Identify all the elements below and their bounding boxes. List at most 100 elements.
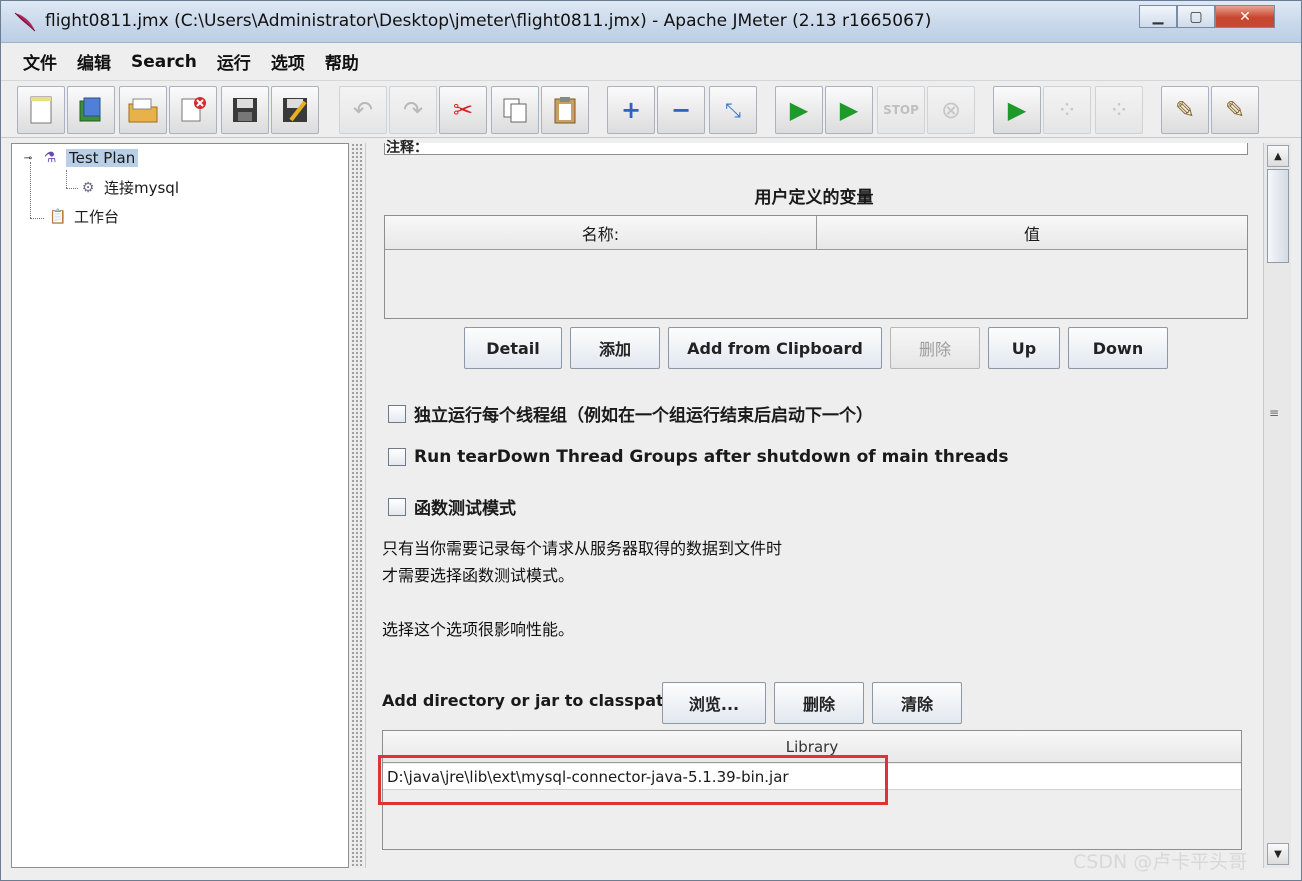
remote-start-icon: ▶ bbox=[1007, 96, 1027, 124]
paste-button[interactable] bbox=[541, 86, 589, 134]
functional-mode-option[interactable]: 函数测试模式 bbox=[388, 494, 516, 519]
vertical-scrollbar[interactable]: ▲ ▼ bbox=[1263, 143, 1291, 868]
tree-node-mysql[interactable]: ⚙ 连接mysql bbox=[78, 177, 179, 198]
menu-run[interactable]: 运行 bbox=[207, 49, 261, 74]
copy-icon bbox=[503, 98, 527, 123]
teardown-on-shutdown-option[interactable]: Run tearDown Thread Groups after shutdow… bbox=[388, 447, 1009, 467]
menu-file[interactable]: 文件 bbox=[13, 49, 67, 74]
collapse-icon: − bbox=[670, 96, 692, 124]
serialize-threadgroups-label: 独立运行每个线程组（例如在一个组运行结束后启动下一个） bbox=[414, 406, 873, 426]
expand-button[interactable]: + bbox=[607, 86, 655, 134]
thread-spool-icon: ⚙ bbox=[81, 179, 95, 196]
remote-stop-icon: ⁘ bbox=[1056, 96, 1078, 124]
flask-icon: ⚗ bbox=[43, 150, 57, 166]
serialize-threadgroups-checkbox[interactable] bbox=[388, 404, 406, 423]
delete-button[interactable]: 删除 bbox=[890, 327, 980, 369]
remote-shutdown-button[interactable]: ⁘ bbox=[1095, 86, 1143, 134]
save-button[interactable] bbox=[221, 86, 269, 134]
scroll-down-arrow-icon[interactable]: ▼ bbox=[1267, 843, 1289, 865]
red-highlight-box bbox=[378, 755, 888, 805]
classpath-clear-button[interactable]: 清除 bbox=[872, 682, 962, 724]
save-as-button[interactable] bbox=[271, 86, 319, 134]
functional-mode-note-2: 才需要选择函数测试模式。 bbox=[382, 566, 575, 585]
teardown-on-shutdown-label: Run tearDown Thread Groups after shutdow… bbox=[414, 447, 1009, 467]
minimize-icon: ▁ bbox=[1152, 8, 1164, 25]
remote-stop-button[interactable]: ⁘ bbox=[1043, 86, 1091, 134]
menu-search[interactable]: Search bbox=[121, 52, 207, 72]
browse-button[interactable]: 浏览... bbox=[662, 682, 766, 724]
redo-icon: ↷ bbox=[402, 96, 424, 124]
menu-help[interactable]: 帮助 bbox=[315, 49, 369, 74]
user-variables-table[interactable]: 名称: 值 bbox=[384, 215, 1248, 319]
title-bar: flight0811.jmx (C:\Users\Administrator\D… bbox=[1, 1, 1301, 43]
toolbar: ↶ ↷ ✂ + − ⤡ ▶ ▶ STOP ⊗ ▶ ⁘ ⁘ ✎ ✎ bbox=[1, 82, 1301, 138]
tree-node-workbench[interactable]: 📋 工作台 bbox=[48, 206, 119, 227]
close-file-icon bbox=[181, 97, 206, 122]
toggle-button[interactable]: ⤡ bbox=[709, 86, 757, 134]
cut-icon: ✂ bbox=[452, 96, 474, 124]
maximize-icon: ▢ bbox=[1189, 8, 1203, 25]
test-plan-tree[interactable]: ⊸ ⚗ Test Plan ⚙ 连接mysql 📋 工作台 bbox=[11, 143, 349, 868]
collapse-button[interactable]: − bbox=[657, 86, 705, 134]
open-button[interactable] bbox=[119, 86, 167, 134]
remote-shutdown-icon: ⁘ bbox=[1108, 96, 1130, 124]
clear-all-button[interactable]: ✎ bbox=[1211, 86, 1259, 134]
up-button[interactable]: Up bbox=[988, 327, 1060, 369]
scroll-up-arrow-icon[interactable]: ▲ bbox=[1267, 145, 1289, 167]
menu-bar: 文件 编辑 Search 运行 选项 帮助 bbox=[1, 43, 1301, 81]
open-icon bbox=[128, 98, 158, 123]
column-header-name[interactable]: 名称: bbox=[385, 216, 817, 250]
jmeter-window: flight0811.jmx (C:\Users\Administrator\D… bbox=[0, 0, 1302, 881]
comment-label: 注释： bbox=[386, 140, 428, 156]
redo-button[interactable]: ↷ bbox=[389, 86, 437, 134]
paste-icon bbox=[554, 97, 576, 124]
window-title: flight0811.jmx (C:\Users\Administrator\D… bbox=[45, 11, 932, 31]
classpath-library-table[interactable]: Library D:\java\jre\lib\ext\mysql-connec… bbox=[378, 730, 1242, 850]
close-file-button[interactable] bbox=[169, 86, 217, 134]
stop-button[interactable]: STOP bbox=[877, 86, 925, 134]
copy-button[interactable] bbox=[491, 86, 539, 134]
minimize-button[interactable]: ▁ bbox=[1139, 5, 1177, 28]
functional-mode-note-1: 只有当你需要记录每个请求从服务器取得的数据到文件时 bbox=[382, 539, 783, 558]
down-button[interactable]: Down bbox=[1068, 327, 1168, 369]
undo-icon: ↶ bbox=[352, 96, 374, 124]
undo-button[interactable]: ↶ bbox=[339, 86, 387, 134]
add-button[interactable]: 添加 bbox=[570, 327, 660, 369]
classpath-delete-button[interactable]: 删除 bbox=[774, 682, 864, 724]
add-from-clipboard-button[interactable]: Add from Clipboard bbox=[668, 327, 882, 369]
save-as-icon bbox=[283, 98, 307, 122]
comment-field[interactable] bbox=[384, 143, 1248, 155]
scroll-thumb[interactable] bbox=[1267, 169, 1289, 263]
templates-button[interactable] bbox=[67, 86, 115, 134]
functional-mode-label: 函数测试模式 bbox=[414, 499, 516, 519]
jmeter-feather-icon bbox=[14, 12, 36, 32]
functional-mode-checkbox[interactable] bbox=[388, 497, 406, 516]
clear-button[interactable]: ✎ bbox=[1161, 86, 1209, 134]
shutdown-icon: ⊗ bbox=[940, 96, 962, 124]
clipboard-icon: 📋 bbox=[49, 208, 67, 225]
column-header-value[interactable]: 值 bbox=[817, 216, 1247, 250]
new-button[interactable] bbox=[17, 86, 65, 134]
remote-start-button[interactable]: ▶ bbox=[993, 86, 1041, 134]
start-no-pause-button[interactable]: ▶ bbox=[825, 86, 873, 134]
detail-button[interactable]: Detail bbox=[464, 327, 562, 369]
tree-node-test-plan[interactable]: ⊸ ⚗ Test Plan bbox=[22, 148, 139, 168]
test-plan-panel: 注释： 用户定义的变量 名称: 值 Detail 添加 Add from Cli… bbox=[365, 140, 1261, 868]
close-button[interactable]: ✕ bbox=[1215, 5, 1275, 28]
expand-toggle-icon[interactable]: ⊸ bbox=[22, 148, 34, 168]
clear-all-icon: ✎ bbox=[1224, 96, 1246, 124]
menu-options[interactable]: 选项 bbox=[261, 49, 315, 74]
cut-button[interactable]: ✂ bbox=[439, 86, 487, 134]
start-button[interactable]: ▶ bbox=[775, 86, 823, 134]
save-icon bbox=[233, 98, 257, 122]
teardown-on-shutdown-checkbox[interactable] bbox=[388, 448, 406, 466]
templates-icon bbox=[79, 97, 101, 122]
menu-edit[interactable]: 编辑 bbox=[67, 49, 121, 74]
serialize-threadgroups-option[interactable]: 独立运行每个线程组（例如在一个组运行结束后启动下一个） bbox=[388, 401, 873, 426]
start-icon: ▶ bbox=[789, 96, 809, 124]
maximize-button[interactable]: ▢ bbox=[1177, 5, 1215, 28]
shutdown-button[interactable]: ⊗ bbox=[927, 86, 975, 134]
clear-icon: ✎ bbox=[1174, 96, 1196, 124]
tree-label-test-plan: Test Plan bbox=[66, 149, 139, 167]
split-pane-divider[interactable] bbox=[351, 143, 363, 868]
